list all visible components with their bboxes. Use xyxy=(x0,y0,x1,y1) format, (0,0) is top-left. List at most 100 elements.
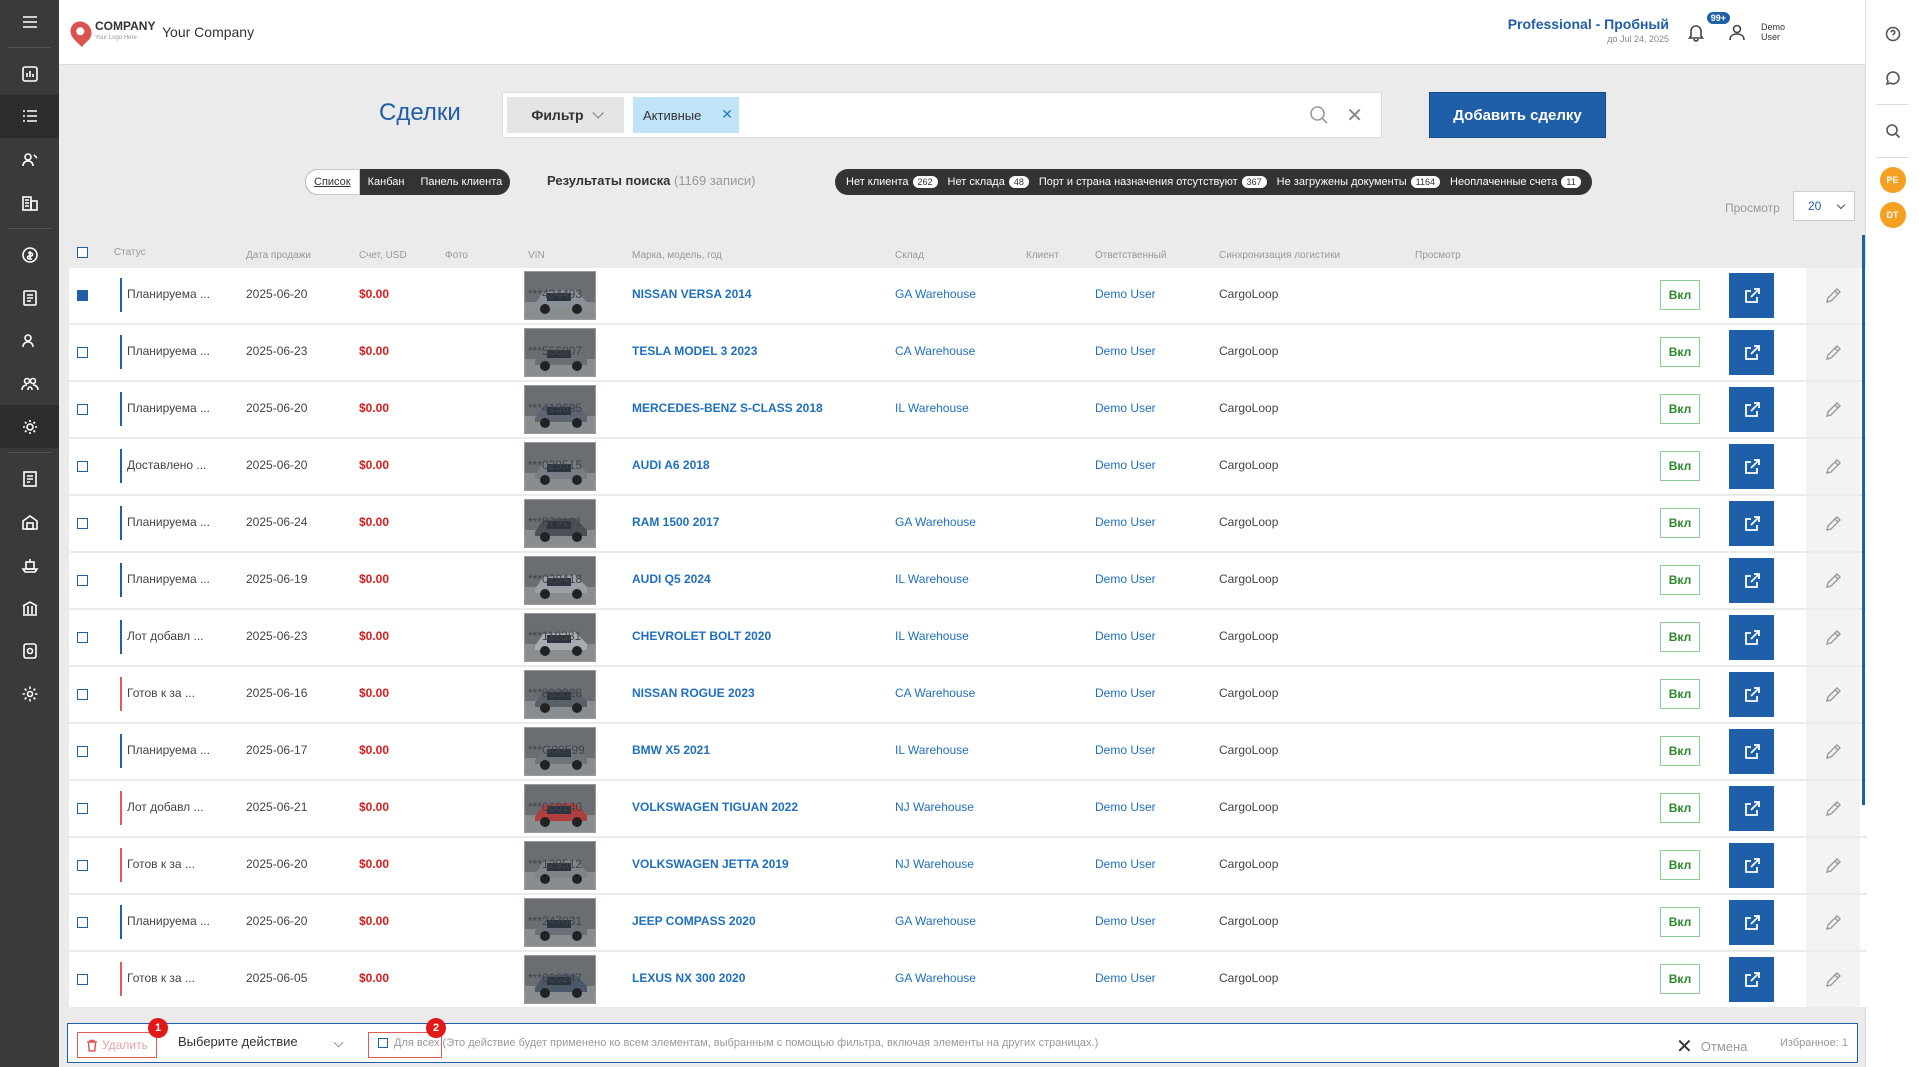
row-responsible-link[interactable]: Demo User xyxy=(1095,800,1156,814)
row-responsible-link[interactable]: Demo User xyxy=(1095,743,1156,757)
row-warehouse-link[interactable]: GA Warehouse xyxy=(895,914,976,928)
open-deal-button[interactable] xyxy=(1729,843,1774,888)
row-warehouse-link[interactable]: NJ Warehouse xyxy=(895,857,974,871)
sync-toggle-button[interactable]: Вкл xyxy=(1660,508,1700,538)
row-model-link[interactable]: VOLKSWAGEN JETTA 2019 xyxy=(632,857,789,871)
sync-toggle-button[interactable]: Вкл xyxy=(1660,907,1700,937)
table-row[interactable]: Планируема ... 2025-06-20 $0.00 ***434493 NI… xyxy=(69,268,1866,323)
user-avatar-icon[interactable] xyxy=(1727,22,1747,45)
sync-toggle-button[interactable]: Вкл xyxy=(1660,793,1700,823)
remove-tag-icon[interactable]: ✕ xyxy=(721,106,733,123)
search-bar[interactable]: Фильтр Активные ✕ ✕ xyxy=(502,92,1382,138)
sync-toggle-button[interactable]: Вкл xyxy=(1660,394,1700,424)
row-responsible-link[interactable]: Demo User xyxy=(1095,287,1156,301)
select-all-checkbox[interactable] xyxy=(77,247,88,258)
edit-button[interactable] xyxy=(1806,610,1860,665)
open-deal-button[interactable] xyxy=(1729,387,1774,432)
open-deal-button[interactable] xyxy=(1729,615,1774,660)
col-client[interactable]: Клиент xyxy=(1026,250,1059,261)
company-logo[interactable]: COMPANY Your Logo Here xyxy=(66,17,155,47)
edit-button[interactable] xyxy=(1806,553,1860,608)
row-model-link[interactable]: VOLKSWAGEN TIGUAN 2022 xyxy=(632,800,798,814)
chat-icon[interactable] xyxy=(1866,56,1919,100)
documents-icon[interactable] xyxy=(0,276,59,319)
edit-button[interactable] xyxy=(1806,325,1860,380)
row-responsible-link[interactable]: Demo User xyxy=(1095,914,1156,928)
row-warehouse-link[interactable]: IL Warehouse xyxy=(895,743,969,757)
row-responsible-link[interactable]: Demo User xyxy=(1095,971,1156,985)
col-date[interactable]: Дата продажи xyxy=(246,250,311,261)
delete-button[interactable]: Удалить xyxy=(77,1032,157,1058)
table-row[interactable]: Доставлено ... 2025-06-20 $0.00 ***029515 AU… xyxy=(69,439,1866,494)
bank-icon[interactable] xyxy=(0,586,59,629)
table-row[interactable]: Готов к за ... 2025-06-20 $0.00 ***129512 VO… xyxy=(69,838,1866,893)
open-deal-button[interactable] xyxy=(1729,786,1774,831)
edit-button[interactable] xyxy=(1806,667,1860,722)
tab-client-panel[interactable]: Панель клиента xyxy=(412,169,510,195)
row-model-link[interactable]: RAM 1500 2017 xyxy=(632,515,719,529)
table-row[interactable]: Планируема ... 2025-06-24 $0.00 ***879191 RA… xyxy=(69,496,1866,551)
sync-toggle-button[interactable]: Вкл xyxy=(1660,622,1700,652)
edit-button[interactable] xyxy=(1806,268,1860,323)
row-model-link[interactable]: NISSAN ROGUE 2023 xyxy=(632,686,755,700)
col-responsible[interactable]: Ответственный xyxy=(1095,250,1166,261)
open-deal-button[interactable] xyxy=(1729,330,1774,375)
open-deal-button[interactable] xyxy=(1729,444,1774,489)
col-sync[interactable]: Синхронизация логистики xyxy=(1219,250,1340,261)
row-responsible-link[interactable]: Demo User xyxy=(1095,572,1156,586)
edit-button[interactable] xyxy=(1806,838,1860,893)
open-deal-button[interactable] xyxy=(1729,900,1774,945)
dashboard-icon[interactable] xyxy=(0,52,59,95)
row-model-link[interactable]: LEXUS NX 300 2020 xyxy=(632,971,745,985)
row-warehouse-link[interactable]: GA Warehouse xyxy=(895,971,976,985)
table-scrollbar[interactable] xyxy=(1862,235,1865,805)
row-warehouse-link[interactable]: IL Warehouse xyxy=(895,401,969,415)
edit-button[interactable] xyxy=(1806,382,1860,437)
table-row[interactable]: Планируема ... 2025-06-23 $0.00 ***556807 TE… xyxy=(69,325,1866,380)
edit-button[interactable] xyxy=(1806,439,1860,494)
col-vin[interactable]: VIN xyxy=(528,250,545,261)
row-checkbox[interactable] xyxy=(77,860,88,871)
search-icon[interactable] xyxy=(1309,105,1329,128)
invoices-icon[interactable] xyxy=(0,629,59,672)
table-row[interactable]: Лот добавл ... 2025-06-21 $0.00 ***060140 VO… xyxy=(69,781,1866,836)
chip-no-warehouse[interactable]: Нет склада 48 xyxy=(943,169,1034,195)
row-warehouse-link[interactable]: NJ Warehouse xyxy=(895,800,974,814)
row-responsible-link[interactable]: Demo User xyxy=(1095,458,1156,472)
row-checkbox[interactable] xyxy=(77,575,88,586)
open-deal-button[interactable] xyxy=(1729,672,1774,717)
table-row[interactable]: Планируема ... 2025-06-17 $0.00 ***G00599 BM… xyxy=(69,724,1866,779)
row-responsible-link[interactable]: Demo User xyxy=(1095,857,1156,871)
row-responsible-link[interactable]: Demo User xyxy=(1095,401,1156,415)
row-checkbox[interactable] xyxy=(77,461,88,472)
per-page-select[interactable]: 20 xyxy=(1793,191,1855,221)
row-checkbox[interactable] xyxy=(77,746,88,757)
edit-button[interactable] xyxy=(1806,895,1860,950)
bell-icon[interactable] xyxy=(1687,22,1705,42)
tab-kanban[interactable]: Канбан xyxy=(360,169,413,195)
menu-icon[interactable] xyxy=(0,0,59,43)
sync-toggle-button[interactable]: Вкл xyxy=(1660,964,1700,994)
chip-unpaid-invoices[interactable]: Неоплаченные счета 11 xyxy=(1445,169,1586,195)
row-model-link[interactable]: JEEP COMPASS 2020 xyxy=(632,914,756,928)
plan-info[interactable]: Professional - Пробный до Jul 24, 2025 xyxy=(1508,16,1669,44)
automation-icon[interactable] xyxy=(0,405,59,448)
table-row[interactable]: Готов к за ... 2025-06-05 $0.00 ***000247 LE… xyxy=(69,952,1866,1007)
row-checkbox[interactable] xyxy=(77,518,88,529)
row-checkbox[interactable] xyxy=(77,803,88,814)
row-checkbox[interactable] xyxy=(77,917,88,928)
sync-toggle-button[interactable]: Вкл xyxy=(1660,280,1700,310)
edit-button[interactable] xyxy=(1806,952,1860,1007)
row-model-link[interactable]: AUDI Q5 2024 xyxy=(632,572,711,586)
chip-no-documents[interactable]: Не загружены документы 1164 xyxy=(1272,169,1445,195)
apply-to-all-option[interactable]: Для всех (Это действие будет применено к… xyxy=(378,1037,1098,1049)
sync-toggle-button[interactable]: Вкл xyxy=(1660,337,1700,367)
row-responsible-link[interactable]: Demo User xyxy=(1095,629,1156,643)
row-checkbox[interactable] xyxy=(77,404,88,415)
table-row[interactable]: Готов к за ... 2025-06-16 $0.00 ***883028 NI… xyxy=(69,667,1866,722)
col-model[interactable]: Марка, модель, год xyxy=(632,250,722,261)
deals-icon[interactable] xyxy=(0,95,59,138)
open-deal-button[interactable] xyxy=(1729,957,1774,1002)
sync-toggle-button[interactable]: Вкл xyxy=(1660,736,1700,766)
row-checkbox[interactable] xyxy=(77,974,88,985)
